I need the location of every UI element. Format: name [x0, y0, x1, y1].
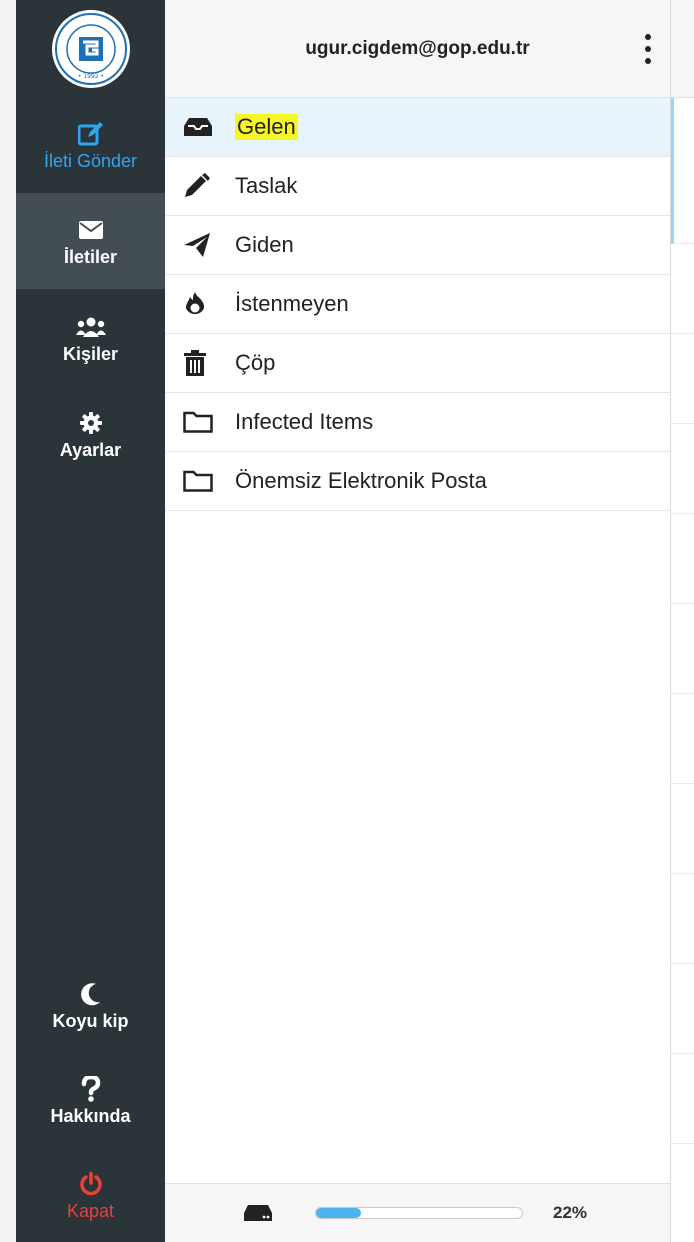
nav-compose-label: İleti Gönder — [43, 150, 138, 171]
main-nav: • 1992 • İleti Gönder İletiler Kişiler A… — [16, 0, 165, 1242]
folder-panel: ugur.cigdem@gop.edu.tr Gelen Taslak Gide… — [165, 0, 671, 1242]
nav-compose[interactable]: İleti Gönder — [16, 105, 165, 185]
nav-contacts[interactable]: Kişiler — [16, 296, 165, 380]
list-item[interactable] — [671, 514, 694, 604]
compose-icon — [77, 119, 104, 149]
logo-area: • 1992 • — [16, 0, 165, 97]
list-item[interactable] — [671, 1054, 694, 1144]
folder-inbox[interactable]: Gelen — [165, 98, 670, 157]
folder-junk-email-label: Önemsiz Elektronik Posta — [235, 468, 487, 493]
nav-logout[interactable]: Kapat — [16, 1150, 165, 1240]
nav-logout-label: Kapat — [66, 1200, 115, 1221]
folder-drafts[interactable]: Taslak — [165, 157, 670, 216]
list-item[interactable] — [671, 874, 694, 964]
list-item[interactable] — [671, 98, 694, 244]
folder-drafts-label: Taslak — [235, 173, 298, 198]
folder-icon — [183, 407, 217, 437]
paper-plane-icon — [183, 230, 217, 260]
folder-icon — [183, 466, 217, 496]
pencil-icon — [183, 171, 217, 201]
quota-percent: 22% — [553, 1203, 588, 1222]
webmail-app: • 1992 • İleti Gönder İletiler Kişiler A… — [0, 0, 694, 1242]
folder-junk-email[interactable]: Önemsiz Elektronik Posta — [165, 452, 670, 511]
envelope-icon — [78, 215, 103, 245]
nav-contacts-label: Kişiler — [62, 343, 119, 364]
inbox-icon — [183, 112, 217, 142]
fire-icon — [183, 289, 217, 319]
nav-about[interactable]: Hakkında — [16, 1060, 165, 1140]
folder-trash[interactable]: Çöp — [165, 334, 670, 393]
power-icon — [79, 1169, 103, 1199]
question-icon — [81, 1074, 101, 1104]
account-header: ugur.cigdem@gop.edu.tr — [165, 0, 670, 98]
list-item[interactable] — [671, 244, 694, 334]
list-item[interactable] — [671, 604, 694, 694]
users-icon — [75, 312, 106, 342]
list-item[interactable] — [671, 694, 694, 784]
hard-drive-icon — [243, 1204, 279, 1222]
folder-spam[interactable]: İstenmeyen — [165, 275, 670, 334]
nav-messages-label: İletiler — [63, 246, 118, 267]
quota-progress-fill — [316, 1208, 362, 1218]
message-list-header — [671, 0, 694, 98]
folder-sent[interactable]: Giden — [165, 216, 670, 275]
nav-settings[interactable]: Ayarlar — [16, 392, 165, 476]
folder-sent-label: Giden — [235, 232, 294, 257]
message-list-edge — [671, 0, 694, 1242]
list-item[interactable] — [671, 784, 694, 874]
folder-infected-items[interactable]: Infected Items — [165, 393, 670, 452]
nav-darkmode-label: Koyu kip — [52, 1010, 129, 1031]
list-item[interactable] — [671, 334, 694, 424]
moon-icon — [80, 979, 102, 1009]
svg-text:• 1992 •: • 1992 • — [77, 73, 103, 80]
gear-icon — [79, 408, 102, 438]
list-item[interactable] — [671, 424, 694, 514]
university-logo: • 1992 • — [51, 9, 130, 88]
account-email: ugur.cigdem@gop.edu.tr — [305, 37, 530, 59]
folder-infected-items-label: Infected Items — [235, 409, 374, 434]
folder-list: Gelen Taslak Giden İstenmeyen Çöp Infect… — [165, 98, 670, 511]
nav-messages[interactable]: İletiler — [16, 193, 165, 289]
nav-darkmode[interactable]: Koyu kip — [16, 965, 165, 1045]
more-options-icon[interactable] — [644, 34, 652, 64]
folder-spam-label: İstenmeyen — [235, 291, 349, 316]
folder-trash-label: Çöp — [235, 350, 276, 375]
trash-icon — [183, 348, 217, 378]
nav-about-label: Hakkında — [50, 1105, 131, 1126]
nav-settings-label: Ayarlar — [59, 439, 122, 460]
list-item[interactable] — [671, 964, 694, 1054]
storage-quota: 22% — [165, 1183, 670, 1242]
quota-progress-bar — [315, 1207, 523, 1219]
folder-inbox-label: Gelen — [235, 114, 298, 140]
